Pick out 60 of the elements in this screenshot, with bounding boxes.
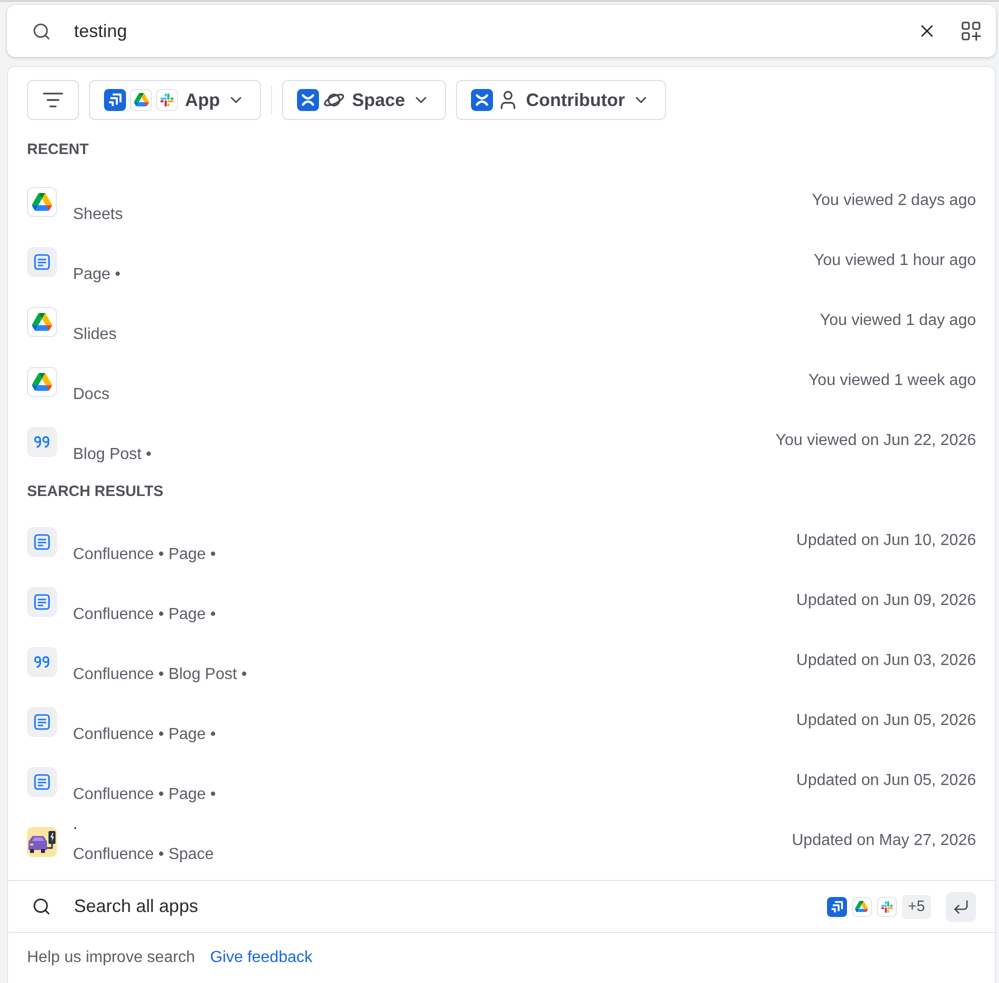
result-timestamp: Updated on Jun 05, 2026 [796, 771, 976, 791]
search-icon [32, 22, 51, 40]
result-timestamp: Updated on Jun 05, 2026 [796, 711, 976, 731]
document-icon [27, 767, 57, 797]
jira-icon [826, 896, 847, 916]
drive-icon [27, 307, 57, 337]
result-meta: Page • [73, 265, 120, 285]
result-meta: Sheets [73, 205, 123, 225]
feedback-prompt: Help us improve search [27, 949, 196, 967]
search-bar[interactable]: testing [7, 5, 996, 57]
search-input[interactable]: testing [74, 16, 893, 46]
document-icon [27, 247, 57, 277]
result-timestamp: You viewed 2 days ago [812, 191, 976, 211]
confluence-icon [471, 89, 494, 111]
result-meta: Slides [73, 325, 117, 345]
result-meta: Confluence • Page • [73, 605, 216, 625]
slack-icon [156, 89, 178, 111]
car-charger-icon [27, 827, 57, 857]
result-timestamp: Updated on Jun 10, 2026 [796, 531, 976, 551]
filter-button[interactable] [27, 80, 79, 120]
search-all-apps-link[interactable]: Search all apps [74, 896, 198, 917]
give-feedback-link[interactable]: Give feedback [210, 949, 312, 967]
jira-icon [104, 89, 126, 111]
slack-icon [876, 896, 897, 916]
document-icon [27, 707, 57, 737]
result-meta: Confluence • Blog Post • [73, 665, 247, 685]
result-meta: Confluence • Page • [73, 545, 216, 565]
result-timestamp: You viewed 1 day ago [820, 311, 976, 331]
drive-icon [852, 896, 872, 916]
result-timestamp: Updated on Jun 03, 2026 [796, 651, 976, 671]
document-icon [27, 527, 57, 557]
more-apps-count: +5 [902, 894, 931, 918]
result-timestamp: Updated on May 27, 2026 [792, 831, 976, 851]
result-meta: Confluence • Page • [73, 785, 216, 805]
add-apps-button[interactable] [961, 21, 981, 41]
drive-icon [27, 187, 57, 217]
section-heading: SEARCH RESULTS [27, 482, 164, 502]
quote-icon [27, 647, 57, 677]
result-meta: Docs [73, 385, 110, 405]
result-timestamp: Updated on Jun 09, 2026 [796, 591, 976, 611]
result-meta: Confluence • Space [73, 845, 214, 865]
document-icon [27, 587, 57, 617]
result-meta: Confluence • Page • [73, 725, 216, 745]
result-timestamp: You viewed 1 hour ago [814, 251, 976, 271]
enter-icon [952, 898, 970, 916]
result-title[interactable]: . [73, 815, 78, 835]
filter-dropdown[interactable]: Space [282, 80, 446, 120]
result-timestamp: You viewed 1 week ago [808, 371, 976, 391]
result-meta: Blog Post • [73, 445, 152, 465]
result-timestamp: You viewed on Jun 22, 2026 [776, 431, 976, 451]
filter-dropdown[interactable]: App [89, 80, 261, 120]
search-icon [32, 897, 51, 916]
enter-button[interactable] [946, 892, 976, 922]
confluence-icon [297, 89, 319, 111]
filter-dropdown[interactable]: Contributor [456, 80, 666, 120]
grid-plus-icon [961, 21, 981, 41]
section-heading: RECENT [27, 140, 90, 160]
quote-icon [27, 427, 57, 457]
drive-icon [27, 367, 57, 397]
drive-icon [130, 89, 152, 111]
